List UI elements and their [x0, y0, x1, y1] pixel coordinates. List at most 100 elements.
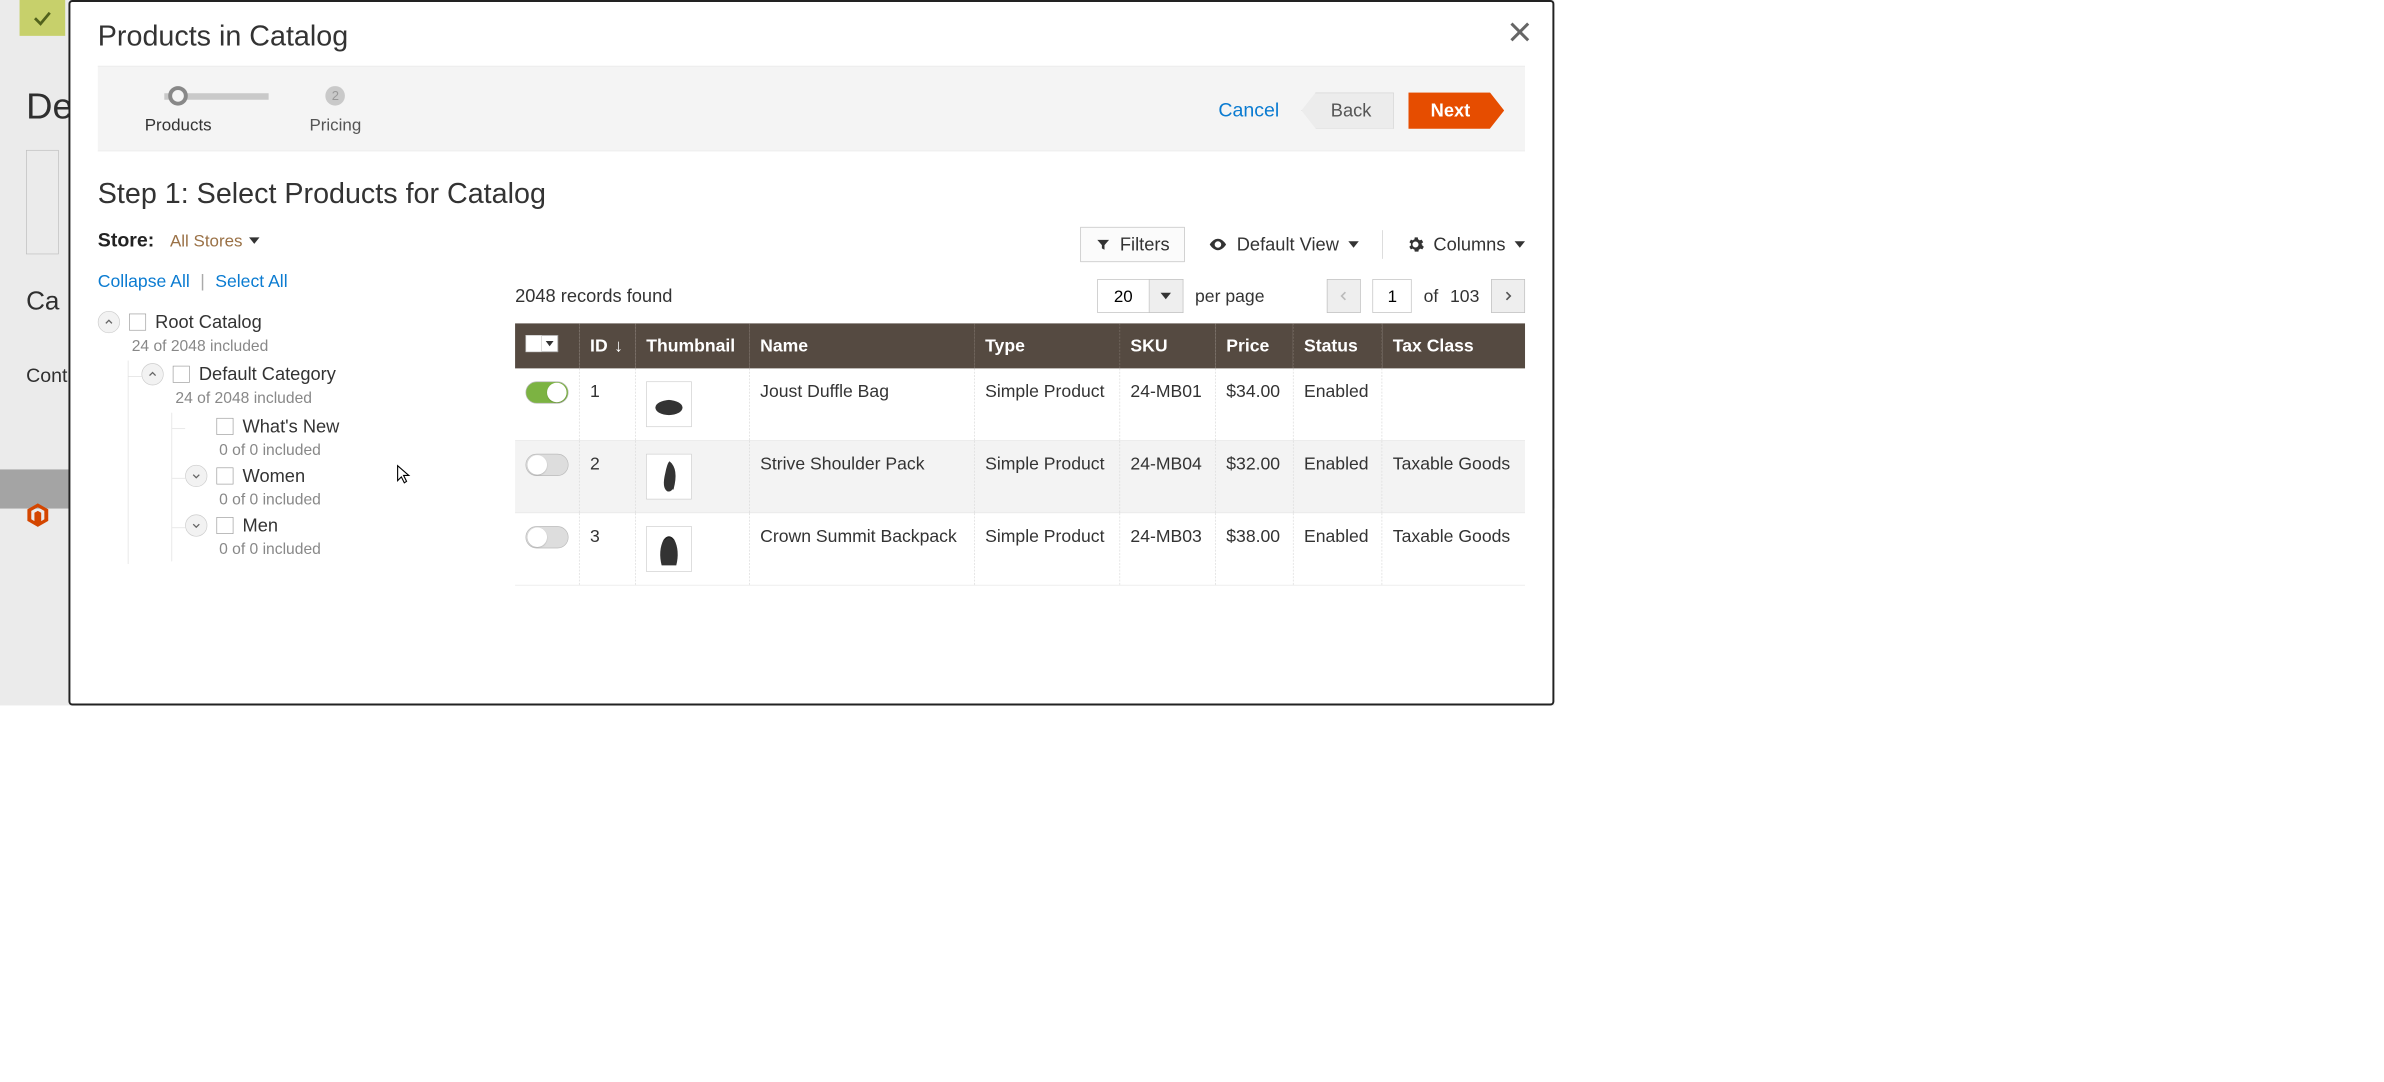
- select-all-dropdown[interactable]: [542, 335, 558, 352]
- cell-tax: [1382, 368, 1525, 440]
- store-selector[interactable]: All Stores: [170, 230, 259, 250]
- tree-node-default: Default Category 24 of 2048 included Wha…: [141, 361, 502, 564]
- page-size-dropdown[interactable]: [1149, 279, 1183, 313]
- grid-header-sku[interactable]: SKU: [1120, 323, 1216, 368]
- bag-icon: [656, 458, 682, 495]
- tree-checkbox[interactable]: [129, 314, 146, 331]
- collapse-all-link[interactable]: Collapse All: [98, 271, 190, 291]
- cell-type: Simple Product: [974, 440, 1119, 512]
- default-view-button[interactable]: Default View: [1208, 234, 1358, 255]
- cell-sku: 24-MB03: [1120, 513, 1216, 585]
- default-view-label: Default View: [1237, 234, 1339, 255]
- grid-header-select[interactable]: [515, 323, 579, 368]
- wizard-step-products[interactable]: Products: [145, 86, 212, 135]
- grid-header-tax[interactable]: Tax Class: [1382, 323, 1525, 368]
- toggle-knob: [527, 527, 547, 547]
- category-tree: Root Catalog 24 of 2048 included: [98, 308, 502, 566]
- chevron-right-icon: [1502, 289, 1515, 302]
- columns-label: Columns: [1433, 234, 1505, 255]
- wizard-step-label: Products: [145, 115, 212, 135]
- table-row[interactable]: 1 Joust Duffle Bag Simple Product 24-MB0…: [515, 368, 1525, 440]
- list-meta: 2048 records found per page of 103: [515, 279, 1525, 323]
- tree-toggle[interactable]: [185, 465, 207, 487]
- chevron-down-icon: [249, 237, 259, 244]
- grid-header-price[interactable]: Price: [1216, 323, 1294, 368]
- grid-header-thumbnail[interactable]: Thumbnail: [635, 323, 749, 368]
- row-toggle[interactable]: [526, 526, 569, 548]
- prev-page-button[interactable]: [1327, 279, 1361, 313]
- sort-down-icon: ↓: [614, 336, 623, 356]
- thumbnail: [646, 454, 692, 500]
- grid-header-name[interactable]: Name: [749, 323, 974, 368]
- toggle-knob: [547, 383, 567, 403]
- next-button[interactable]: Next: [1409, 92, 1505, 129]
- cell-tax: Taxable Goods: [1382, 440, 1525, 512]
- eye-icon: [1208, 235, 1228, 255]
- grid-header-status[interactable]: Status: [1293, 323, 1382, 368]
- cell-status: Enabled: [1293, 368, 1382, 440]
- tree-toggle[interactable]: [141, 363, 163, 385]
- tree-node-count: 24 of 2048 included: [175, 389, 502, 407]
- close-button[interactable]: [1505, 18, 1534, 50]
- tree-checkbox[interactable]: [173, 366, 190, 383]
- chevron-down-icon: [1161, 293, 1171, 300]
- total-pages: 103: [1450, 286, 1479, 306]
- table-row[interactable]: 2 Strive Shoulder Pack Simple Product 24…: [515, 440, 1525, 512]
- tree-node-count: 24 of 2048 included: [132, 337, 502, 355]
- of-label: of: [1424, 286, 1439, 306]
- cell-price: $34.00: [1216, 368, 1294, 440]
- row-toggle[interactable]: [526, 381, 569, 403]
- back-button[interactable]: Back: [1301, 92, 1394, 129]
- modal-products-in-catalog: Products in Catalog Products 2 Pricing C…: [68, 0, 1554, 705]
- select-all-control[interactable]: [526, 335, 559, 355]
- columns-button[interactable]: Columns: [1406, 234, 1525, 255]
- chevron-up-icon: [104, 317, 114, 327]
- tree-node-count: 0 of 0 included: [219, 541, 502, 559]
- tree-node-label: Women: [243, 466, 306, 487]
- cell-sku: 24-MB04: [1120, 440, 1216, 512]
- store-selected-value: All Stores: [170, 230, 243, 250]
- tree-actions: Collapse All | Select All: [98, 271, 502, 291]
- products-grid: ID↓ Thumbnail Name Type SKU Price Status…: [515, 323, 1525, 585]
- tree-node-count: 0 of 0 included: [219, 491, 502, 509]
- grid-header-type[interactable]: Type: [974, 323, 1119, 368]
- page-size-select[interactable]: [1097, 279, 1183, 313]
- tree-toggle[interactable]: [185, 514, 207, 536]
- next-button-label: Next: [1431, 100, 1471, 121]
- next-page-button[interactable]: [1491, 279, 1525, 313]
- right-column: Filters Default View Columns 2048 record…: [515, 223, 1525, 586]
- gear-icon: [1406, 235, 1424, 253]
- page-size-input[interactable]: [1097, 279, 1149, 313]
- cancel-link[interactable]: Cancel: [1211, 94, 1288, 127]
- cell-tax: Taxable Goods: [1382, 513, 1525, 585]
- tree-checkbox[interactable]: [216, 418, 233, 435]
- tree-checkbox[interactable]: [216, 467, 233, 484]
- row-toggle[interactable]: [526, 454, 569, 476]
- tree-checkbox[interactable]: [216, 517, 233, 534]
- separator: |: [200, 271, 205, 291]
- tree-node-count: 0 of 0 included: [219, 441, 502, 459]
- tree-toggle[interactable]: [98, 311, 120, 333]
- cell-status: Enabled: [1293, 513, 1382, 585]
- cell-price: $32.00: [1216, 440, 1294, 512]
- step-heading: Step 1: Select Products for Catalog: [70, 151, 1552, 223]
- select-all-link[interactable]: Select All: [215, 271, 287, 291]
- step-circle-icon: 2: [326, 86, 346, 106]
- select-all-checkbox[interactable]: [526, 335, 542, 352]
- chevron-down-icon: [1348, 241, 1358, 248]
- cell-name: Strive Shoulder Pack: [749, 440, 974, 512]
- per-page-label: per page: [1195, 286, 1264, 306]
- current-page-input[interactable]: [1373, 279, 1412, 313]
- toggle-knob: [527, 455, 547, 475]
- wizard-step-pricing[interactable]: 2 Pricing: [309, 86, 361, 135]
- bag-icon: [654, 531, 684, 568]
- grid-header-id[interactable]: ID↓: [579, 323, 635, 368]
- table-row[interactable]: 3 Crown Summit Backpack Simple Product 2…: [515, 513, 1525, 585]
- cell-id: 3: [579, 513, 635, 585]
- wizard-steps: Products 2 Pricing: [145, 86, 362, 135]
- store-row: Store: All Stores: [98, 223, 502, 271]
- filters-button[interactable]: Filters: [1080, 227, 1184, 262]
- chevron-down-icon: [191, 471, 201, 481]
- wizard-actions: Cancel Back Next: [1211, 92, 1505, 129]
- tree-node-whatsnew: What's New 0 of 0 included: [185, 413, 502, 463]
